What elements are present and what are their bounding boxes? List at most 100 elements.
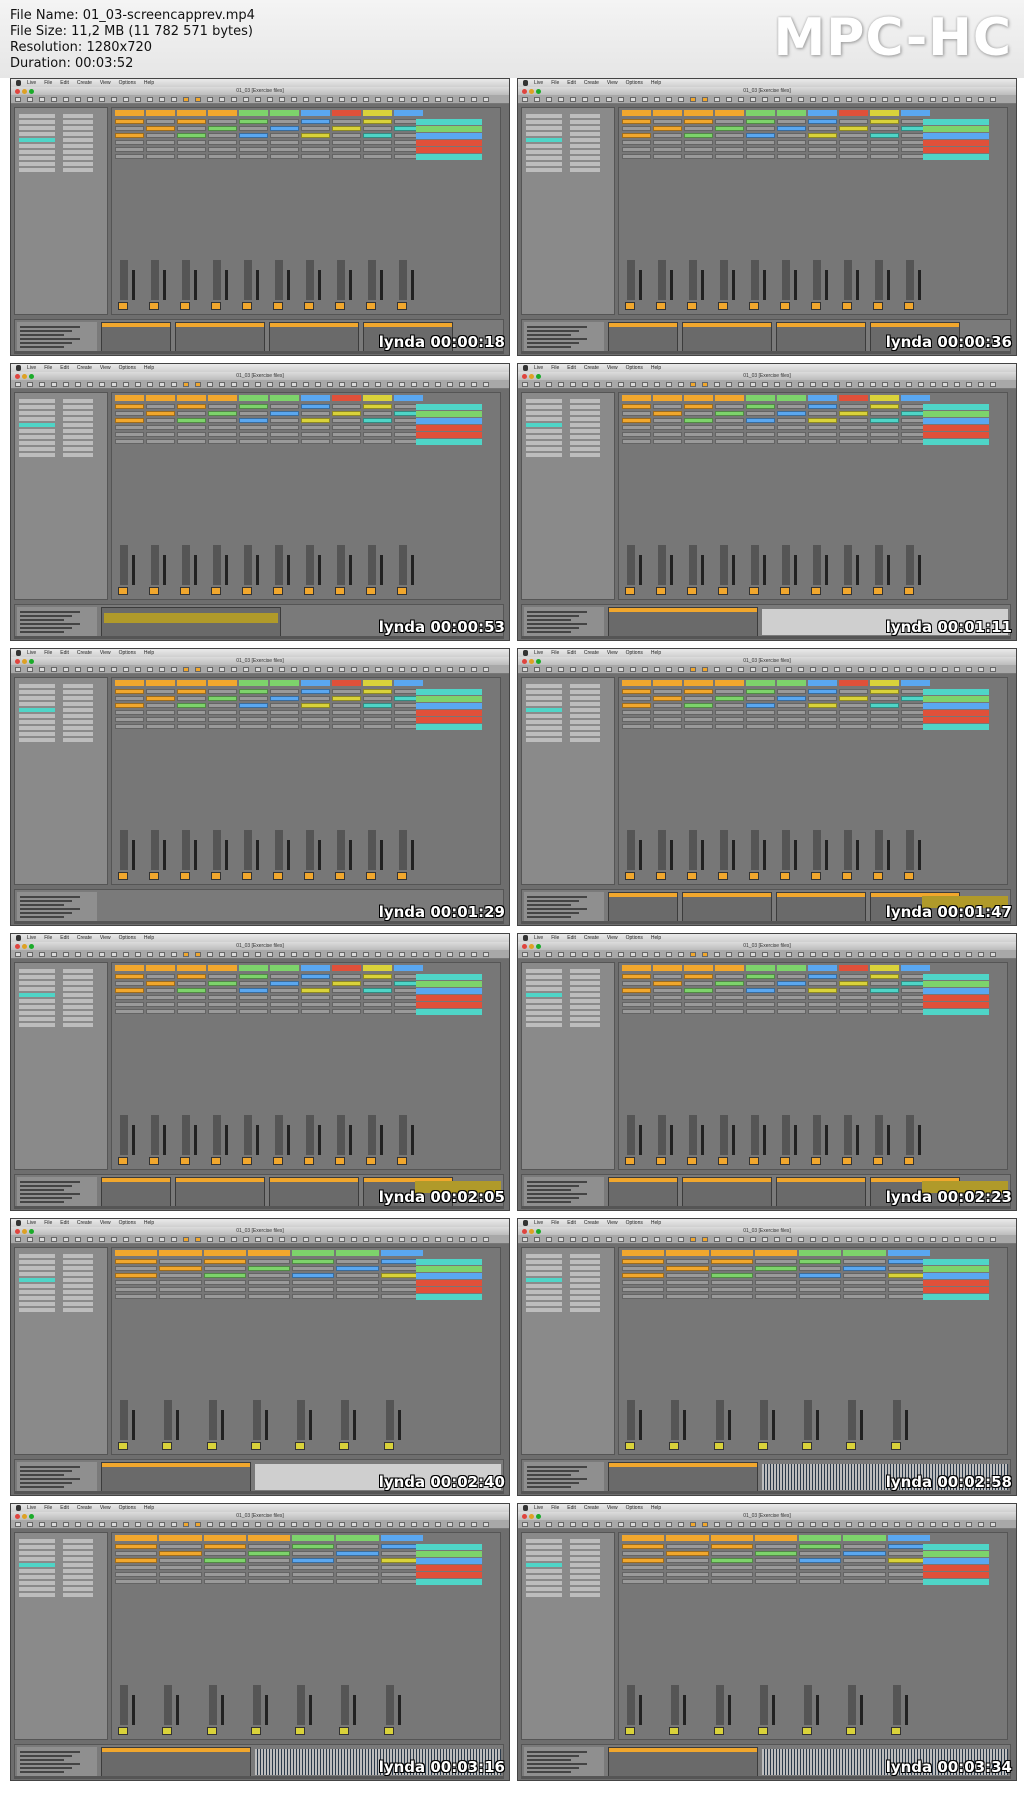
transport-button[interactable] [522,667,528,672]
transport-button[interactable] [594,952,600,957]
transport-button[interactable] [87,382,93,387]
menu-item[interactable]: Options [119,1505,136,1511]
clip-slot[interactable] [715,432,744,437]
transport-button[interactable] [990,1237,996,1242]
menu-item[interactable]: Edit [567,935,576,941]
menu-item[interactable]: Options [626,935,643,941]
clip-slot[interactable] [177,126,206,131]
transport-button[interactable] [315,952,321,957]
volume-fader[interactable] [639,1125,642,1155]
transport-button[interactable] [690,382,696,387]
clip-slot[interactable] [839,119,868,124]
clip-slot[interactable] [622,710,651,715]
clip-slot[interactable] [292,1266,335,1271]
clip-slot[interactable] [839,974,868,979]
clip-slot[interactable] [301,154,330,159]
transport-button[interactable] [99,952,105,957]
track-header[interactable] [799,1250,842,1256]
clip-slot[interactable] [332,724,361,729]
track-header[interactable] [363,395,392,401]
clip-slot[interactable] [622,724,651,729]
transport-button[interactable] [111,97,117,102]
transport-button[interactable] [678,97,684,102]
track-activator[interactable] [846,1727,857,1735]
volume-fader[interactable] [411,1125,414,1155]
scene-launch[interactable] [923,717,989,723]
clip-slot[interactable] [799,1266,842,1271]
volume-fader[interactable] [771,1695,775,1725]
track-header[interactable] [239,110,268,116]
clip-slot[interactable] [746,418,775,423]
clip-slot[interactable] [208,981,237,986]
clip-slot[interactable] [332,974,361,979]
transport-button[interactable] [606,1237,612,1242]
track-header[interactable] [887,1250,930,1256]
menu-item[interactable]: Edit [567,365,576,371]
clip-slot[interactable] [159,1551,202,1556]
transport-button[interactable] [834,667,840,672]
clip-slot[interactable] [622,696,651,701]
clip-slot[interactable] [843,1544,886,1549]
clip-slot[interactable] [777,140,806,145]
transport-button[interactable] [291,952,297,957]
transport-button[interactable] [447,382,453,387]
clip-slot[interactable] [870,418,899,423]
scene-launch[interactable] [416,147,482,153]
device-panel[interactable] [776,1177,866,1207]
menu-item[interactable]: View [607,935,618,941]
window-control-icon[interactable] [15,89,20,94]
transport-button[interactable] [966,1522,972,1527]
clip-slot[interactable] [808,988,837,993]
clip-slot[interactable] [270,717,299,722]
clip-slot[interactable] [839,133,868,138]
browser-item[interactable] [570,1587,600,1591]
transport-button[interactable] [435,1522,441,1527]
volume-fader[interactable] [411,840,414,870]
browser-item[interactable] [19,1545,55,1549]
clip-properties[interactable] [608,1747,758,1777]
clip-slot[interactable] [746,1009,775,1014]
clip-properties[interactable] [608,1462,758,1492]
track-header[interactable] [901,680,930,686]
volume-fader[interactable] [287,270,290,300]
window-control-icon[interactable] [22,1229,27,1234]
transport-button[interactable] [327,382,333,387]
transport-button[interactable] [111,1237,117,1242]
volume-fader[interactable] [727,1695,731,1725]
apple-icon[interactable] [523,1220,528,1226]
transport-button[interactable] [978,382,984,387]
transport-button[interactable] [522,952,528,957]
transport-button[interactable] [111,1522,117,1527]
clip-slot[interactable] [666,1266,709,1271]
video-thumbnail[interactable]: Live File Edit Create View Options Help 01_03 [… [10,933,510,1211]
menu-item[interactable]: Create [584,1505,599,1511]
device-panel[interactable] [608,892,678,922]
browser-item[interactable] [570,114,600,118]
video-thumbnail[interactable]: Live File Edit Create View Options Help 01_03 [… [517,1503,1017,1781]
transport-button[interactable] [786,1522,792,1527]
browser-item[interactable] [63,1290,93,1294]
volume-fader[interactable] [816,1695,820,1725]
browser-item[interactable] [526,1005,562,1009]
clip-slot[interactable] [203,1579,246,1584]
clip-slot[interactable] [746,147,775,152]
window-control-icon[interactable] [15,659,20,664]
clip-slot[interactable] [177,724,206,729]
track-activator[interactable] [846,1442,857,1450]
volume-fader[interactable] [220,1410,224,1440]
transport-button[interactable] [918,1522,924,1527]
clip-slot[interactable] [754,1287,798,1292]
track-activator[interactable] [811,302,821,310]
transport-button[interactable] [447,667,453,672]
transport-button[interactable] [123,382,129,387]
menu-item[interactable]: View [607,365,618,371]
transport-button[interactable] [399,1522,405,1527]
scene-launch[interactable] [923,147,989,153]
track-activator[interactable] [873,1157,883,1165]
browser-item[interactable] [63,1296,93,1300]
track-header[interactable] [115,395,144,401]
browser-item[interactable] [19,429,55,433]
transport-button[interactable] [654,97,660,102]
track-activator[interactable] [842,302,852,310]
transport-button[interactable] [471,1237,477,1242]
